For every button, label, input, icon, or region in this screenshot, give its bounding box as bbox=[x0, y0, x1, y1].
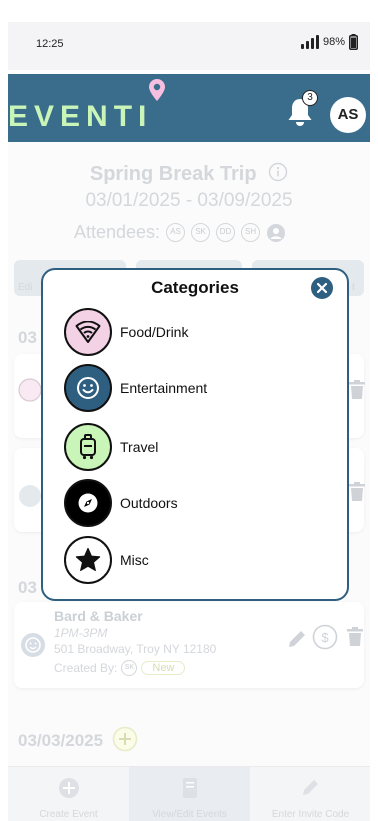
nav-view-edit-events[interactable]: View/Edit Events bbox=[129, 767, 250, 821]
category-outdoors[interactable]: Outdoors bbox=[64, 479, 178, 527]
delete-icon[interactable] bbox=[348, 482, 366, 502]
category-travel[interactable]: Travel bbox=[64, 423, 158, 471]
delete-icon[interactable] bbox=[348, 380, 366, 400]
user-avatar-button[interactable]: AS bbox=[330, 97, 366, 133]
category-misc[interactable]: Misc bbox=[64, 536, 149, 584]
faded-date-header: 03 bbox=[18, 578, 37, 597]
category-label: Food/Drink bbox=[120, 324, 189, 340]
category-label: Outdoors bbox=[120, 495, 178, 511]
plus-circle-icon bbox=[58, 778, 79, 798]
close-icon bbox=[316, 282, 328, 294]
food-category-icon bbox=[18, 378, 42, 402]
faded-event-details: Bard & Baker 1PM-3PM 501 Broadway, Troy … bbox=[54, 608, 217, 676]
signal-icon bbox=[300, 35, 319, 49]
status-time: 12:25 bbox=[36, 38, 64, 50]
star-icon bbox=[75, 547, 101, 571]
add-event-icon[interactable] bbox=[112, 726, 138, 752]
info-icon[interactable] bbox=[268, 162, 288, 182]
trip-title: Spring Break Trip bbox=[8, 162, 370, 186]
payment-icon[interactable]: $ bbox=[312, 624, 338, 650]
app-header: EVENTI 3 AS bbox=[8, 74, 370, 142]
faded-date-header: 03/03/2025 bbox=[18, 726, 138, 752]
delete-icon[interactable] bbox=[346, 627, 364, 647]
attendees-row: Attendees: AS SK DD SH bbox=[74, 222, 286, 243]
nav-create-event[interactable]: Create Event bbox=[8, 767, 129, 821]
smiley-category-icon bbox=[19, 485, 41, 507]
notification-count-badge: 3 bbox=[302, 90, 318, 106]
faded-date-header: 03 bbox=[18, 328, 37, 347]
nav-enter-invite-code[interactable]: Enter Invite Code bbox=[250, 767, 371, 821]
battery-icon bbox=[349, 34, 358, 50]
category-label: Entertainment bbox=[120, 380, 208, 396]
attendee-chip[interactable]: AS bbox=[166, 223, 186, 242]
wifi-icon bbox=[75, 321, 101, 343]
app-logo: EVENTI bbox=[8, 100, 153, 133]
luggage-icon bbox=[80, 434, 96, 460]
event-time: 1PM-3PM bbox=[54, 626, 108, 640]
modal-title: Categories bbox=[151, 278, 239, 297]
attendee-chip[interactable]: SK bbox=[191, 223, 211, 242]
creator-chip: SK bbox=[121, 660, 138, 676]
battery-percent: 98% bbox=[322, 36, 345, 48]
category-label: Travel bbox=[120, 439, 159, 455]
attendee-chip[interactable]: DD bbox=[216, 223, 236, 242]
category-food-drink[interactable]: Food/Drink bbox=[64, 308, 188, 356]
notebook-icon bbox=[182, 778, 197, 798]
add-attendee-icon[interactable] bbox=[266, 223, 286, 243]
event-name: Bard & Baker bbox=[54, 608, 143, 624]
event-address: 501 Broadway, Troy NY 12180 bbox=[54, 642, 217, 656]
entertainment-category-icon bbox=[21, 633, 45, 657]
pencil-icon bbox=[302, 780, 318, 795]
status-bar: 12:25 98% bbox=[8, 22, 370, 70]
category-entertainment[interactable]: Entertainment bbox=[64, 364, 207, 412]
svg-text:$: $ bbox=[321, 630, 329, 645]
bottom-navigation: Create Event View/Edit Events Enter Invi… bbox=[8, 766, 370, 821]
compass-icon bbox=[78, 493, 98, 513]
smiley-icon bbox=[77, 377, 99, 399]
category-label: Misc bbox=[120, 552, 149, 568]
trip-dates: 03/01/2025 - 03/09/2025 bbox=[85, 190, 293, 211]
edit-pencil-icon[interactable] bbox=[286, 628, 308, 650]
close-modal-button[interactable] bbox=[311, 277, 333, 299]
new-badge: New bbox=[141, 661, 186, 675]
attendee-chip[interactable]: SH bbox=[241, 223, 261, 242]
categories-modal: Categories Food/Drink Entertainment Trav… bbox=[41, 268, 349, 601]
location-pin-icon bbox=[149, 79, 165, 101]
